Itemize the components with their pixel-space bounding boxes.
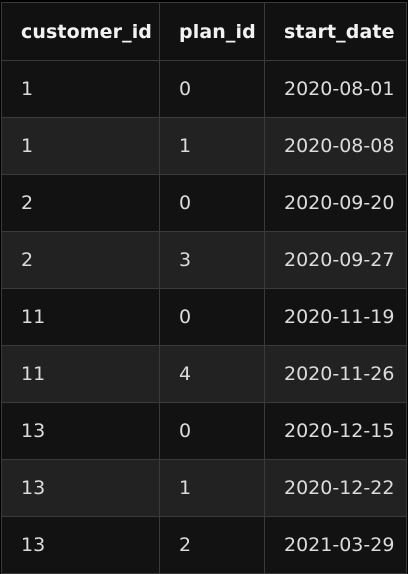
cell-plan-id: 2 [159,516,265,574]
table-row: 2 0 2020-09-20 [1,174,407,232]
cell-start-date: 2020-12-15 [264,402,407,460]
table-row: 1 0 2020-08-01 [1,60,407,118]
cell-customer-id: 13 [1,459,160,517]
cell-start-date: 2020-09-20 [264,174,407,232]
header-row: customer_id plan_id start_date [1,2,407,61]
column-header-plan-id: plan_id [159,2,265,61]
table-row: 11 0 2020-11-19 [1,288,407,346]
table-row: 2 3 2020-09-27 [1,231,407,289]
cell-customer-id: 1 [1,60,160,118]
cell-start-date: 2020-12-22 [264,459,407,517]
cell-plan-id: 0 [159,402,265,460]
cell-customer-id: 2 [1,231,160,289]
cell-plan-id: 0 [159,174,265,232]
cell-plan-id: 4 [159,345,265,403]
cell-start-date: 2020-11-19 [264,288,407,346]
column-header-start-date: start_date [264,2,407,61]
cell-start-date: 2020-09-27 [264,231,407,289]
table-row: 11 4 2020-11-26 [1,345,407,403]
cell-plan-id: 3 [159,231,265,289]
cell-customer-id: 2 [1,174,160,232]
table-row: 13 1 2020-12-22 [1,459,407,517]
cell-start-date: 2020-08-08 [264,117,407,175]
cell-plan-id: 1 [159,117,265,175]
cell-plan-id: 0 [159,60,265,118]
cell-customer-id: 11 [1,345,160,403]
cell-start-date: 2021-03-29 [264,516,407,574]
cell-start-date: 2020-08-01 [264,60,407,118]
cell-plan-id: 0 [159,288,265,346]
results-table: customer_id plan_id start_date 1 0 2020-… [1,2,407,574]
table-row: 1 1 2020-08-08 [1,117,407,175]
cell-start-date: 2020-11-26 [264,345,407,403]
column-header-customer-id: customer_id [1,2,160,61]
table-row: 13 2 2021-03-29 [1,516,407,574]
cell-customer-id: 13 [1,402,160,460]
cell-customer-id: 13 [1,516,160,574]
cell-customer-id: 11 [1,288,160,346]
table-row: 13 0 2020-12-15 [1,402,407,460]
cell-customer-id: 1 [1,117,160,175]
cell-plan-id: 1 [159,459,265,517]
